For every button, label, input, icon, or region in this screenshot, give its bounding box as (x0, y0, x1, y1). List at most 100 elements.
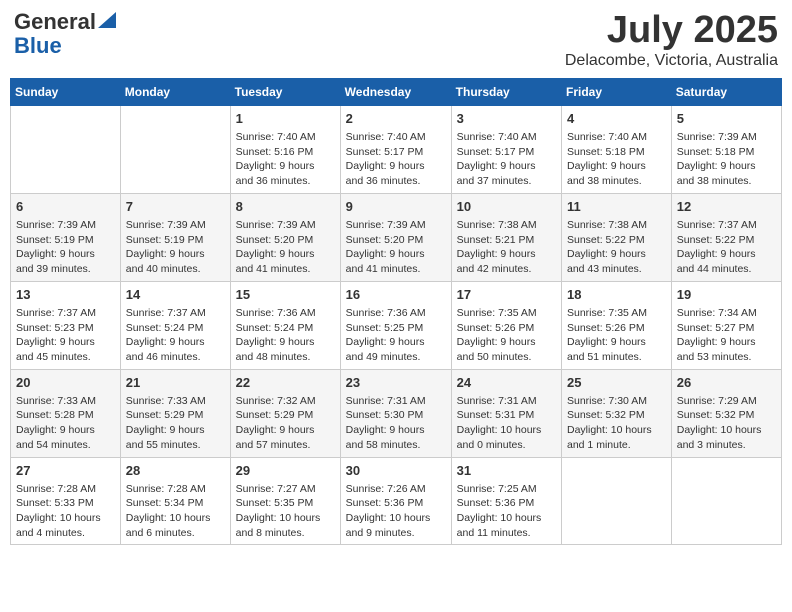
week-row-3: 13 Sunrise: 7:37 AM Sunset: 5:23 PM Dayli… (11, 281, 782, 369)
calendar-cell: 20 Sunrise: 7:33 AM Sunset: 5:28 PM Dayli… (11, 369, 121, 457)
calendar-cell: 1 Sunrise: 7:40 AM Sunset: 5:16 PM Daylig… (230, 105, 340, 193)
day-number: 12 (677, 198, 776, 216)
day-info: Sunrise: 7:37 AM Sunset: 5:23 PM Dayligh… (16, 306, 115, 365)
day-number: 19 (677, 286, 776, 304)
calendar-cell: 5Sunrise: 7:39 AM Sunset: 5:18 PM Daylig… (671, 105, 781, 193)
day-info: Sunrise: 7:35 AM Sunset: 5:26 PM Dayligh… (457, 306, 556, 365)
day-number: 13 (16, 286, 115, 304)
day-number: 14 (126, 286, 225, 304)
day-info: Sunrise: 7:33 AM Sunset: 5:28 PM Dayligh… (16, 394, 115, 453)
logo: General Blue (14, 10, 116, 58)
day-info: Sunrise: 7:40 AM Sunset: 5:18 PM Dayligh… (567, 130, 666, 189)
logo-icon (98, 12, 116, 28)
day-info: Sunrise: 7:39 AM Sunset: 5:19 PM Dayligh… (126, 218, 225, 277)
calendar-cell: 11 Sunrise: 7:38 AM Sunset: 5:22 PM Dayli… (562, 193, 672, 281)
day-number: 28 (126, 462, 225, 480)
day-number: 1 (236, 110, 335, 128)
day-info: Sunrise: 7:40 AM Sunset: 5:16 PM Dayligh… (236, 130, 335, 189)
day-number: 17 (457, 286, 556, 304)
calendar-cell: 15Sunrise: 7:36 AM Sunset: 5:24 PM Dayli… (230, 281, 340, 369)
calendar-cell: 25Sunrise: 7:30 AM Sunset: 5:32 PM Dayli… (562, 369, 672, 457)
day-info: Sunrise: 7:28 AM Sunset: 5:33 PM Dayligh… (16, 482, 115, 541)
day-number: 26 (677, 374, 776, 392)
day-info: Sunrise: 7:35 AM Sunset: 5:26 PM Dayligh… (567, 306, 666, 365)
day-number: 7 (126, 198, 225, 216)
day-info: Sunrise: 7:37 AM Sunset: 5:24 PM Dayligh… (126, 306, 225, 365)
day-info: Sunrise: 7:27 AM Sunset: 5:35 PM Dayligh… (236, 482, 335, 541)
day-info: Sunrise: 7:39 AM Sunset: 5:20 PM Dayligh… (346, 218, 446, 277)
day-number: 16 (346, 286, 446, 304)
day-number: 18 (567, 286, 666, 304)
day-info: Sunrise: 7:28 AM Sunset: 5:34 PM Dayligh… (126, 482, 225, 541)
calendar-cell: 10Sunrise: 7:38 AM Sunset: 5:21 PM Dayli… (451, 193, 561, 281)
day-info: Sunrise: 7:36 AM Sunset: 5:24 PM Dayligh… (236, 306, 335, 365)
day-number: 5 (677, 110, 776, 128)
location-title: Delacombe, Victoria, Australia (565, 52, 778, 70)
day-number: 4 (567, 110, 666, 128)
day-number: 31 (457, 462, 556, 480)
day-number: 27 (16, 462, 115, 480)
calendar-cell: 29Sunrise: 7:27 AM Sunset: 5:35 PM Dayli… (230, 457, 340, 545)
week-row-5: 27 Sunrise: 7:28 AM Sunset: 5:33 PM Dayli… (11, 457, 782, 545)
calendar-cell: 26 Sunrise: 7:29 AM Sunset: 5:32 PM Dayli… (671, 369, 781, 457)
logo-blue: Blue (14, 34, 62, 58)
day-number: 11 (567, 198, 666, 216)
day-number: 22 (236, 374, 335, 392)
day-header-monday: Monday (120, 78, 230, 105)
day-info: Sunrise: 7:31 AM Sunset: 5:30 PM Dayligh… (346, 394, 446, 453)
calendar-cell: 6 Sunrise: 7:39 AM Sunset: 5:19 PM Daylig… (11, 193, 121, 281)
day-info: Sunrise: 7:36 AM Sunset: 5:25 PM Dayligh… (346, 306, 446, 365)
calendar-cell (671, 457, 781, 545)
day-number: 3 (457, 110, 556, 128)
calendar-cell: 16 Sunrise: 7:36 AM Sunset: 5:25 PM Dayli… (340, 281, 451, 369)
calendar-cell: 31Sunrise: 7:25 AM Sunset: 5:36 PM Dayli… (451, 457, 561, 545)
calendar-cell: 2Sunrise: 7:40 AM Sunset: 5:17 PM Daylig… (340, 105, 451, 193)
calendar-cell: 3 Sunrise: 7:40 AM Sunset: 5:17 PM Daylig… (451, 105, 561, 193)
calendar-cell: 24Sunrise: 7:31 AM Sunset: 5:31 PM Dayli… (451, 369, 561, 457)
calendar-cell (11, 105, 121, 193)
day-number: 25 (567, 374, 666, 392)
calendar-cell: 7 Sunrise: 7:39 AM Sunset: 5:19 PM Daylig… (120, 193, 230, 281)
month-title: July 2025 (565, 10, 778, 52)
day-info: Sunrise: 7:40 AM Sunset: 5:17 PM Dayligh… (457, 130, 556, 189)
day-header-tuesday: Tuesday (230, 78, 340, 105)
day-number: 20 (16, 374, 115, 392)
day-info: Sunrise: 7:40 AM Sunset: 5:17 PM Dayligh… (346, 130, 446, 189)
day-info: Sunrise: 7:33 AM Sunset: 5:29 PM Dayligh… (126, 394, 225, 453)
calendar-cell: 22 Sunrise: 7:32 AM Sunset: 5:29 PM Dayli… (230, 369, 340, 457)
week-row-1: 1 Sunrise: 7:40 AM Sunset: 5:16 PM Daylig… (11, 105, 782, 193)
calendar-cell: 9 Sunrise: 7:39 AM Sunset: 5:20 PM Daylig… (340, 193, 451, 281)
calendar-header: SundayMondayTuesdayWednesdayThursdayFrid… (11, 78, 782, 105)
day-info: Sunrise: 7:32 AM Sunset: 5:29 PM Dayligh… (236, 394, 335, 453)
day-number: 23 (346, 374, 446, 392)
day-number: 30 (346, 462, 446, 480)
calendar-cell: 8 Sunrise: 7:39 AM Sunset: 5:20 PM Daylig… (230, 193, 340, 281)
day-info: Sunrise: 7:31 AM Sunset: 5:31 PM Dayligh… (457, 394, 556, 453)
day-info: Sunrise: 7:38 AM Sunset: 5:22 PM Dayligh… (567, 218, 666, 277)
calendar-cell: 4 Sunrise: 7:40 AM Sunset: 5:18 PM Daylig… (562, 105, 672, 193)
day-info: Sunrise: 7:39 AM Sunset: 5:20 PM Dayligh… (236, 218, 335, 277)
day-number: 6 (16, 198, 115, 216)
day-info: Sunrise: 7:29 AM Sunset: 5:32 PM Dayligh… (677, 394, 776, 453)
logo-general: General (14, 10, 96, 34)
day-number: 9 (346, 198, 446, 216)
day-info: Sunrise: 7:26 AM Sunset: 5:36 PM Dayligh… (346, 482, 446, 541)
calendar-cell: 27 Sunrise: 7:28 AM Sunset: 5:33 PM Dayli… (11, 457, 121, 545)
week-row-4: 20 Sunrise: 7:33 AM Sunset: 5:28 PM Dayli… (11, 369, 782, 457)
calendar-cell: 12 Sunrise: 7:37 AM Sunset: 5:22 PM Dayli… (671, 193, 781, 281)
week-row-2: 6 Sunrise: 7:39 AM Sunset: 5:19 PM Daylig… (11, 193, 782, 281)
header: General Blue July 2025 Delacombe, Victor… (10, 10, 782, 70)
calendar-cell (562, 457, 672, 545)
title-area: July 2025 Delacombe, Victoria, Australia (565, 10, 778, 70)
day-info: Sunrise: 7:39 AM Sunset: 5:19 PM Dayligh… (16, 218, 115, 277)
calendar-cell: 14 Sunrise: 7:37 AM Sunset: 5:24 PM Dayli… (120, 281, 230, 369)
calendar-cell: 21Sunrise: 7:33 AM Sunset: 5:29 PM Dayli… (120, 369, 230, 457)
day-info: Sunrise: 7:38 AM Sunset: 5:21 PM Dayligh… (457, 218, 556, 277)
calendar-cell: 17 Sunrise: 7:35 AM Sunset: 5:26 PM Dayli… (451, 281, 561, 369)
day-header-saturday: Saturday (671, 78, 781, 105)
day-info: Sunrise: 7:37 AM Sunset: 5:22 PM Dayligh… (677, 218, 776, 277)
day-number: 8 (236, 198, 335, 216)
day-info: Sunrise: 7:34 AM Sunset: 5:27 PM Dayligh… (677, 306, 776, 365)
calendar-cell: 30 Sunrise: 7:26 AM Sunset: 5:36 PM Dayli… (340, 457, 451, 545)
calendar-body: 1 Sunrise: 7:40 AM Sunset: 5:16 PM Daylig… (11, 105, 782, 545)
